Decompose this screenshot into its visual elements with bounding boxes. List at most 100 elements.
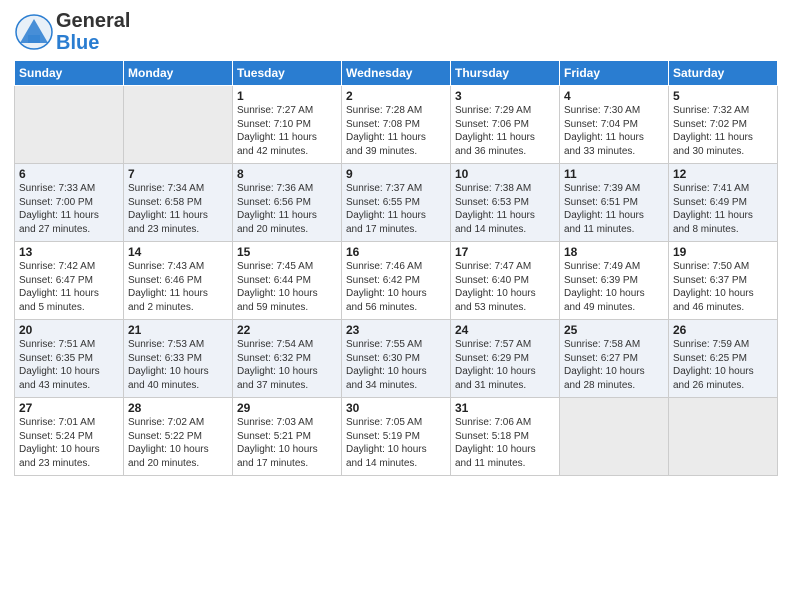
calendar-cell: 21Sunrise: 7:53 AMSunset: 6:33 PMDayligh… (124, 320, 233, 398)
day-number: 20 (19, 323, 119, 337)
day-info: Sunrise: 7:59 AMSunset: 6:25 PMDaylight:… (673, 338, 773, 392)
calendar-cell: 28Sunrise: 7:02 AMSunset: 5:22 PMDayligh… (124, 398, 233, 476)
day-number: 30 (346, 401, 446, 415)
calendar-week-row: 13Sunrise: 7:42 AMSunset: 6:47 PMDayligh… (15, 242, 778, 320)
day-info: Sunrise: 7:45 AMSunset: 6:44 PMDaylight:… (237, 260, 337, 314)
calendar-cell: 3Sunrise: 7:29 AMSunset: 7:06 PMDaylight… (451, 86, 560, 164)
calendar-cell: 30Sunrise: 7:05 AMSunset: 5:19 PMDayligh… (342, 398, 451, 476)
day-number: 16 (346, 245, 446, 259)
calendar-cell: 27Sunrise: 7:01 AMSunset: 5:24 PMDayligh… (15, 398, 124, 476)
day-info: Sunrise: 7:53 AMSunset: 6:33 PMDaylight:… (128, 338, 228, 392)
day-info: Sunrise: 7:27 AMSunset: 7:10 PMDaylight:… (237, 104, 337, 158)
header-row: SundayMondayTuesdayWednesdayThursdayFrid… (15, 61, 778, 86)
calendar-cell: 25Sunrise: 7:58 AMSunset: 6:27 PMDayligh… (560, 320, 669, 398)
day-info: Sunrise: 7:33 AMSunset: 7:00 PMDaylight:… (19, 182, 119, 236)
calendar-cell (124, 86, 233, 164)
day-info: Sunrise: 7:51 AMSunset: 6:35 PMDaylight:… (19, 338, 119, 392)
day-info: Sunrise: 7:49 AMSunset: 6:39 PMDaylight:… (564, 260, 664, 314)
calendar-cell: 20Sunrise: 7:51 AMSunset: 6:35 PMDayligh… (15, 320, 124, 398)
day-number: 13 (19, 245, 119, 259)
day-info: Sunrise: 7:06 AMSunset: 5:18 PMDaylight:… (455, 416, 555, 470)
calendar-cell: 18Sunrise: 7:49 AMSunset: 6:39 PMDayligh… (560, 242, 669, 320)
day-info: Sunrise: 7:30 AMSunset: 7:04 PMDaylight:… (564, 104, 664, 158)
calendar-cell: 1Sunrise: 7:27 AMSunset: 7:10 PMDaylight… (233, 86, 342, 164)
day-info: Sunrise: 7:50 AMSunset: 6:37 PMDaylight:… (673, 260, 773, 314)
calendar-cell: 15Sunrise: 7:45 AMSunset: 6:44 PMDayligh… (233, 242, 342, 320)
calendar-cell: 12Sunrise: 7:41 AMSunset: 6:49 PMDayligh… (669, 164, 778, 242)
calendar-cell: 6Sunrise: 7:33 AMSunset: 7:00 PMDaylight… (15, 164, 124, 242)
calendar-cell: 16Sunrise: 7:46 AMSunset: 6:42 PMDayligh… (342, 242, 451, 320)
calendar-cell: 19Sunrise: 7:50 AMSunset: 6:37 PMDayligh… (669, 242, 778, 320)
day-info: Sunrise: 7:34 AMSunset: 6:58 PMDaylight:… (128, 182, 228, 236)
calendar-table: SundayMondayTuesdayWednesdayThursdayFrid… (14, 60, 778, 476)
calendar-cell: 24Sunrise: 7:57 AMSunset: 6:29 PMDayligh… (451, 320, 560, 398)
calendar-cell: 4Sunrise: 7:30 AMSunset: 7:04 PMDaylight… (560, 86, 669, 164)
calendar-cell: 5Sunrise: 7:32 AMSunset: 7:02 PMDaylight… (669, 86, 778, 164)
day-number: 1 (237, 89, 337, 103)
day-number: 17 (455, 245, 555, 259)
day-number: 2 (346, 89, 446, 103)
day-number: 27 (19, 401, 119, 415)
weekday-header: Thursday (451, 61, 560, 86)
day-number: 14 (128, 245, 228, 259)
calendar-cell (560, 398, 669, 476)
day-info: Sunrise: 7:32 AMSunset: 7:02 PMDaylight:… (673, 104, 773, 158)
day-info: Sunrise: 7:28 AMSunset: 7:08 PMDaylight:… (346, 104, 446, 158)
day-number: 3 (455, 89, 555, 103)
day-number: 15 (237, 245, 337, 259)
day-info: Sunrise: 7:41 AMSunset: 6:49 PMDaylight:… (673, 182, 773, 236)
day-number: 8 (237, 167, 337, 181)
calendar-cell: 29Sunrise: 7:03 AMSunset: 5:21 PMDayligh… (233, 398, 342, 476)
day-info: Sunrise: 7:55 AMSunset: 6:30 PMDaylight:… (346, 338, 446, 392)
day-number: 5 (673, 89, 773, 103)
weekday-header: Friday (560, 61, 669, 86)
day-number: 25 (564, 323, 664, 337)
calendar-cell: 26Sunrise: 7:59 AMSunset: 6:25 PMDayligh… (669, 320, 778, 398)
day-info: Sunrise: 7:57 AMSunset: 6:29 PMDaylight:… (455, 338, 555, 392)
day-number: 7 (128, 167, 228, 181)
weekday-header: Monday (124, 61, 233, 86)
day-number: 9 (346, 167, 446, 181)
day-info: Sunrise: 7:46 AMSunset: 6:42 PMDaylight:… (346, 260, 446, 314)
day-info: Sunrise: 7:39 AMSunset: 6:51 PMDaylight:… (564, 182, 664, 236)
day-info: Sunrise: 7:29 AMSunset: 7:06 PMDaylight:… (455, 104, 555, 158)
logo: General Blue (14, 10, 130, 54)
day-info: Sunrise: 7:05 AMSunset: 5:19 PMDaylight:… (346, 416, 446, 470)
calendar-cell: 11Sunrise: 7:39 AMSunset: 6:51 PMDayligh… (560, 164, 669, 242)
day-number: 6 (19, 167, 119, 181)
day-info: Sunrise: 7:03 AMSunset: 5:21 PMDaylight:… (237, 416, 337, 470)
day-info: Sunrise: 7:58 AMSunset: 6:27 PMDaylight:… (564, 338, 664, 392)
calendar-cell (15, 86, 124, 164)
calendar-cell (669, 398, 778, 476)
calendar-cell: 17Sunrise: 7:47 AMSunset: 6:40 PMDayligh… (451, 242, 560, 320)
day-info: Sunrise: 7:01 AMSunset: 5:24 PMDaylight:… (19, 416, 119, 470)
day-number: 21 (128, 323, 228, 337)
weekday-header: Saturday (669, 61, 778, 86)
weekday-header: Wednesday (342, 61, 451, 86)
calendar-week-row: 20Sunrise: 7:51 AMSunset: 6:35 PMDayligh… (15, 320, 778, 398)
logo-blue: Blue (56, 32, 130, 54)
calendar-week-row: 27Sunrise: 7:01 AMSunset: 5:24 PMDayligh… (15, 398, 778, 476)
day-number: 24 (455, 323, 555, 337)
calendar-cell: 9Sunrise: 7:37 AMSunset: 6:55 PMDaylight… (342, 164, 451, 242)
day-number: 31 (455, 401, 555, 415)
calendar-cell: 13Sunrise: 7:42 AMSunset: 6:47 PMDayligh… (15, 242, 124, 320)
day-info: Sunrise: 7:54 AMSunset: 6:32 PMDaylight:… (237, 338, 337, 392)
day-number: 26 (673, 323, 773, 337)
calendar-cell: 7Sunrise: 7:34 AMSunset: 6:58 PMDaylight… (124, 164, 233, 242)
day-number: 4 (564, 89, 664, 103)
calendar-week-row: 6Sunrise: 7:33 AMSunset: 7:00 PMDaylight… (15, 164, 778, 242)
day-info: Sunrise: 7:37 AMSunset: 6:55 PMDaylight:… (346, 182, 446, 236)
calendar-week-row: 1Sunrise: 7:27 AMSunset: 7:10 PMDaylight… (15, 86, 778, 164)
day-number: 12 (673, 167, 773, 181)
day-number: 29 (237, 401, 337, 415)
day-info: Sunrise: 7:38 AMSunset: 6:53 PMDaylight:… (455, 182, 555, 236)
day-info: Sunrise: 7:36 AMSunset: 6:56 PMDaylight:… (237, 182, 337, 236)
day-number: 18 (564, 245, 664, 259)
calendar-cell: 10Sunrise: 7:38 AMSunset: 6:53 PMDayligh… (451, 164, 560, 242)
day-number: 19 (673, 245, 773, 259)
day-number: 23 (346, 323, 446, 337)
calendar-cell: 22Sunrise: 7:54 AMSunset: 6:32 PMDayligh… (233, 320, 342, 398)
calendar-cell: 14Sunrise: 7:43 AMSunset: 6:46 PMDayligh… (124, 242, 233, 320)
page-container: General Blue SundayMondayTuesdayWednesda… (0, 0, 792, 482)
